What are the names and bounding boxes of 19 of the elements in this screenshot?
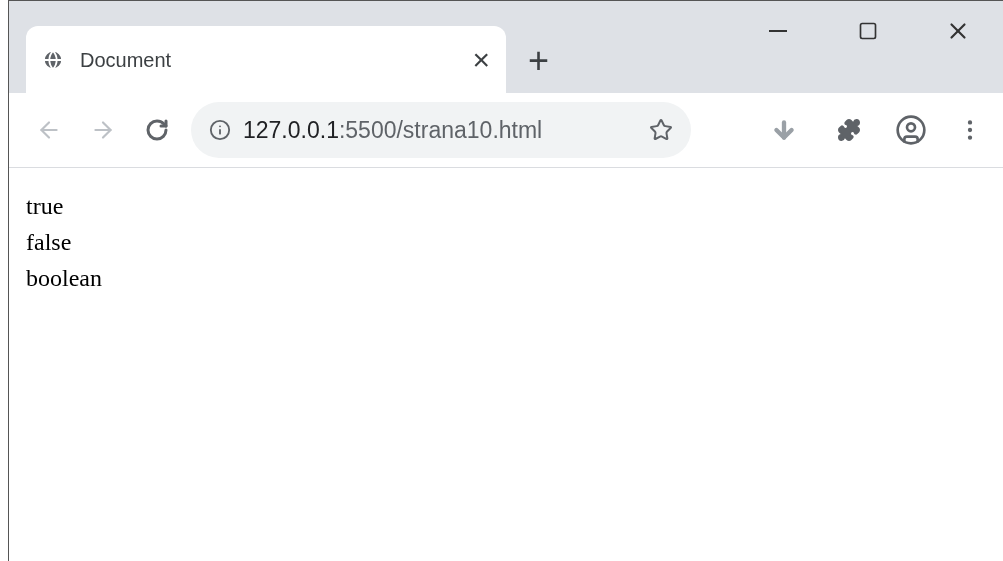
url-path: :5500/strana10.html (338, 115, 543, 145)
minimize-icon (769, 30, 787, 32)
profile-icon[interactable] (895, 114, 927, 146)
page-text: boolean (26, 264, 102, 293)
browser-tab[interactable]: Document × (26, 26, 506, 93)
star-icon[interactable] (649, 118, 673, 142)
globe-icon (42, 48, 64, 71)
info-icon (209, 119, 231, 141)
address-bar[interactable]: 127.0.0.1:5500/strana10.html (191, 102, 691, 158)
tab-title: Document (80, 47, 173, 73)
puzzle-icon[interactable] (837, 118, 861, 142)
new-tab-button[interactable]: + (528, 43, 550, 79)
download-icon[interactable] (771, 117, 797, 143)
close-tab-button[interactable]: × (472, 44, 490, 75)
page-text: false (26, 228, 72, 257)
maximize-icon (858, 21, 878, 41)
page-text: true (26, 192, 64, 221)
reload-icon (145, 118, 169, 142)
url-host: 127.0.0.1 (243, 115, 339, 145)
